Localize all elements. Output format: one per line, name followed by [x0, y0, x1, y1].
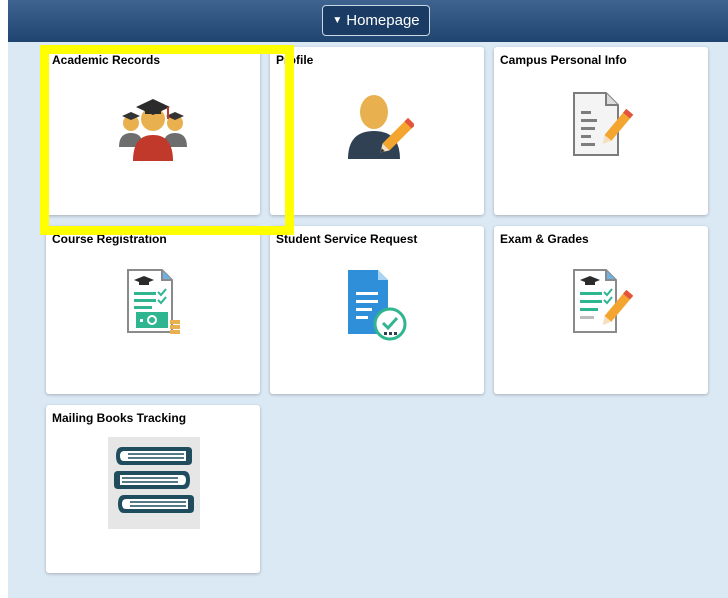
tile-campus-personal-info[interactable]: Campus Personal Info — [494, 47, 708, 215]
books-stack-icon — [108, 437, 200, 529]
tile-profile[interactable]: Profile — [270, 47, 484, 215]
graduates-icon — [119, 99, 187, 161]
top-header-bar: ▼ Homepage — [8, 0, 728, 42]
homepage-label: Homepage — [346, 12, 420, 29]
tile-title: Profile — [276, 53, 314, 67]
tile-title: Mailing Books Tracking — [52, 411, 187, 425]
user-edit-icon — [348, 95, 414, 159]
registration-payment-icon — [127, 269, 180, 334]
exam-edit-icon — [573, 269, 634, 333]
tile-mailing-books-tracking[interactable]: Mailing Books Tracking — [46, 405, 260, 573]
tile-course-registration[interactable]: Course Registration — [46, 226, 260, 394]
tile-title: Exam & Grades — [500, 232, 589, 246]
tile-title: Campus Personal Info — [500, 53, 627, 67]
document-check-icon — [348, 270, 407, 341]
tile-title: Student Service Request — [276, 232, 418, 246]
homepage-dropdown-button[interactable]: ▼ Homepage — [322, 5, 430, 36]
homepage: ▼ Homepage Academic Records Profile Camp… — [8, 0, 728, 598]
caret-down-icon: ▼ — [332, 15, 343, 26]
tile-title: Course Registration — [52, 232, 167, 246]
document-edit-icon — [573, 92, 634, 156]
tile-exam-grades[interactable]: Exam & Grades — [494, 226, 708, 394]
tile-student-service-request[interactable]: Student Service Request — [270, 226, 484, 394]
tile-academic-records[interactable]: Academic Records — [46, 47, 260, 215]
tile-title: Academic Records — [52, 53, 161, 67]
